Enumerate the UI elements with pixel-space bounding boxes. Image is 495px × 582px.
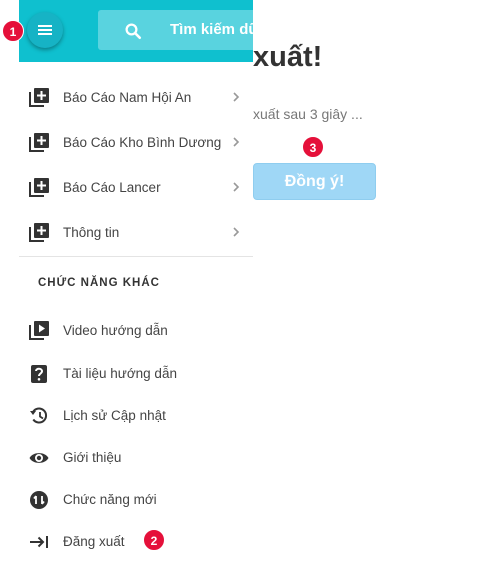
history-icon bbox=[30, 407, 48, 424]
menu-item-label: Thông tin bbox=[63, 225, 120, 240]
help-icon bbox=[31, 365, 47, 383]
menu-item-bao-cao-kho-binh-duong[interactable]: Báo Cáo Kho Bình Dương bbox=[19, 126, 253, 160]
menu-item-label: Báo Cáo Nam Hội An bbox=[63, 90, 192, 105]
search-input[interactable]: Tìm kiếm dữ bbox=[98, 10, 253, 50]
step-badge-3: 3 bbox=[302, 136, 324, 158]
library-add-icon bbox=[29, 178, 49, 197]
menu-item-label: Lịch sử Cập nhật bbox=[63, 408, 166, 423]
search-icon bbox=[125, 23, 142, 40]
menu-item-label: Video hướng dẫn bbox=[63, 323, 168, 338]
menu-item-video-huong-dan[interactable]: Video hướng dẫn bbox=[19, 314, 253, 348]
menu-item-label: Báo Cáo Lancer bbox=[63, 180, 161, 195]
menu-item-thong-tin[interactable]: Thông tin bbox=[19, 216, 253, 250]
menu-item-tai-lieu-huong-dan[interactable]: Tài liệu hướng dẫn bbox=[19, 357, 253, 391]
library-add-icon bbox=[29, 223, 49, 242]
menu-item-bao-cao-nam-hoi-an[interactable]: Báo Cáo Nam Hội An bbox=[19, 81, 253, 115]
video-library-icon bbox=[29, 321, 49, 340]
chevron-right-icon bbox=[233, 227, 240, 237]
menu-icon bbox=[38, 25, 52, 27]
menu-item-label: Chức năng mới bbox=[63, 492, 157, 507]
menu-toggle-button[interactable] bbox=[27, 12, 63, 48]
navigation-drawer: Tìm kiếm dữ Báo Cáo Nam Hội An Báo Cáo K… bbox=[19, 0, 253, 582]
menu-item-chuc-nang-moi[interactable]: Chức năng mới bbox=[19, 483, 253, 517]
logout-title: xuất! bbox=[253, 41, 323, 73]
menu-divider bbox=[19, 256, 253, 257]
eye-icon bbox=[29, 453, 49, 463]
logout-message: xuất sau 3 giây ... bbox=[253, 106, 363, 122]
library-add-icon bbox=[29, 133, 49, 152]
menu-item-bao-cao-lancer[interactable]: Báo Cáo Lancer bbox=[19, 171, 253, 205]
step-badge-1: 1 bbox=[2, 20, 24, 42]
logout-icon bbox=[30, 536, 48, 548]
menu-item-label: Đăng xuất bbox=[63, 534, 125, 549]
confirm-button[interactable]: Đồng ý! bbox=[253, 163, 376, 200]
update-icon bbox=[30, 491, 48, 509]
menu-item-lich-su-cap-nhat[interactable]: Lịch sử Cập nhật bbox=[19, 399, 253, 433]
chevron-right-icon bbox=[233, 137, 240, 147]
menu-item-label: Báo Cáo Kho Bình Dương bbox=[63, 135, 222, 150]
library-add-icon bbox=[29, 88, 49, 107]
menu-item-gioi-thieu[interactable]: Giới thiệu bbox=[19, 441, 253, 475]
search-placeholder: Tìm kiếm dữ bbox=[170, 21, 253, 38]
section-title: CHỨC NĂNG KHÁC bbox=[38, 277, 160, 289]
menu-item-label: Giới thiệu bbox=[63, 450, 122, 465]
chevron-right-icon bbox=[233, 92, 240, 102]
menu-item-label: Tài liệu hướng dẫn bbox=[63, 366, 177, 381]
drawer-header: Tìm kiếm dữ bbox=[19, 0, 253, 62]
menu-item-dang-xuat[interactable]: Đăng xuất bbox=[19, 525, 253, 559]
step-badge-2: 2 bbox=[143, 529, 165, 551]
chevron-right-icon bbox=[233, 182, 240, 192]
